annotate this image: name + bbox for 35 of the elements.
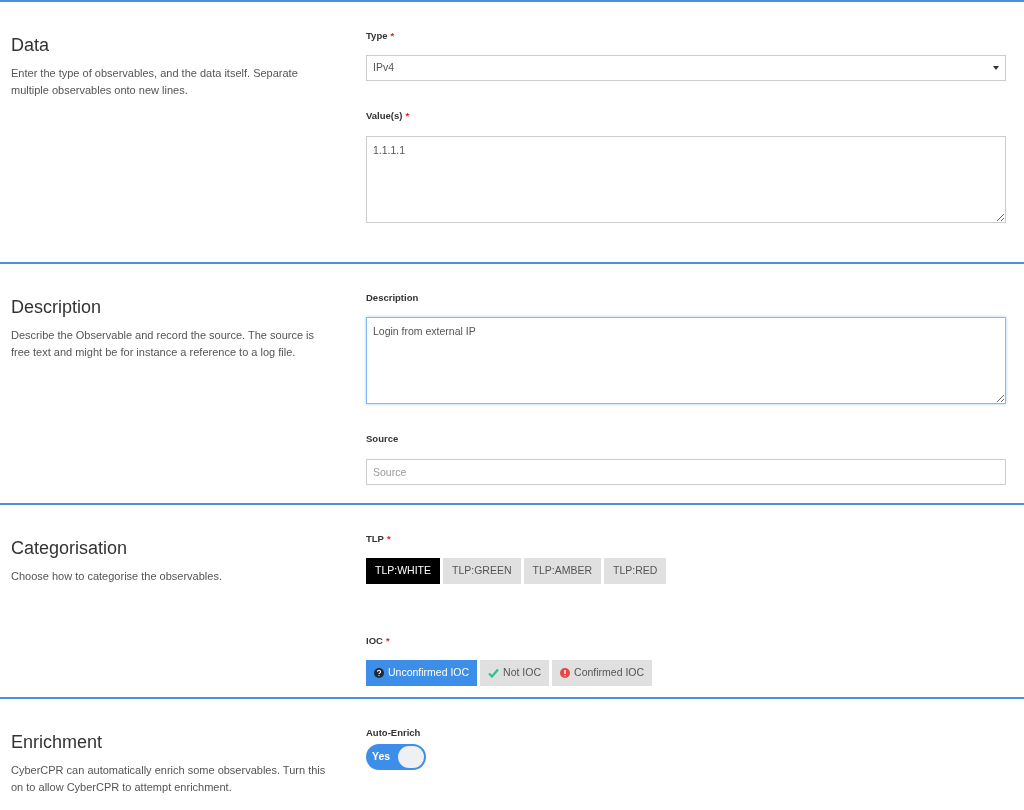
required-mark: *: [390, 30, 395, 41]
field-label: Description: [366, 292, 419, 303]
check-icon: [488, 668, 500, 679]
exclamation-circle-icon: [560, 668, 571, 679]
section-description: Describe the Observable and record the source. The source is free text and might be for instance a reference to a log file.: [11, 327, 316, 360]
field-label: IOC: [366, 635, 383, 646]
required-mark: *: [385, 635, 390, 646]
section-description: CyberCPR can automatically enrich some observables. Turn this on to allow CyberCPR to attempt enrichment.: [11, 762, 327, 795]
field-label: Type: [366, 30, 388, 41]
section-description: Enter the type of observables, and the data itself. Separate multiple observables onto new lines.: [11, 65, 299, 98]
field-label: Value(s): [366, 110, 403, 122]
section-description: Choose how to categorise the observables.: [11, 568, 223, 584]
section-title: Categorisation: [11, 538, 129, 560]
field-label: Source: [366, 433, 399, 445]
input-field[interactable]: Source: [366, 458, 1006, 485]
tlp-option[interactable]: TLP:RED: [604, 558, 667, 584]
text-area[interactable]: 1.1.1.1: [366, 135, 1006, 223]
required-mark: *: [386, 533, 391, 544]
tlp-option[interactable]: TLP:AMBER: [523, 558, 602, 584]
ioc-option[interactable]: Unconfirmed IOC: [366, 660, 478, 686]
tlp-option[interactable]: TLP:WHITE: [366, 558, 440, 584]
section-title: Data: [11, 35, 51, 57]
tlp-option[interactable]: TLP:GREEN: [443, 558, 521, 584]
question-circle-icon: [374, 668, 384, 679]
type-dropdown[interactable]: IPv4: [366, 55, 1006, 82]
field-label: TLP: [366, 533, 384, 544]
section-title: Enrichment: [11, 732, 104, 754]
ioc-option[interactable]: Not IOC: [480, 660, 550, 686]
text-area[interactable]: Login from external IP: [366, 317, 1006, 405]
ioc-option[interactable]: Confirmed IOC: [552, 660, 653, 686]
toggle-switch[interactable]: Yes: [366, 744, 426, 771]
section-title: Description: [11, 297, 103, 319]
caret-icon: [993, 66, 999, 71]
required-mark: *: [405, 110, 410, 122]
field-label: Auto-Enrich: [366, 727, 421, 738]
